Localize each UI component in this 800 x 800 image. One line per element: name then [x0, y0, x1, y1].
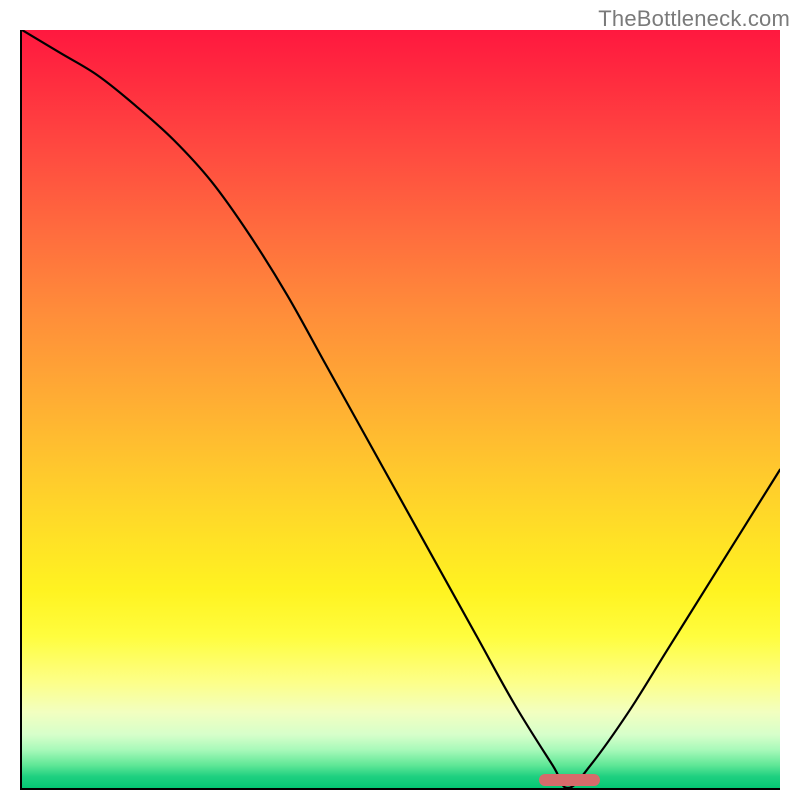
- plot-area: [20, 30, 780, 790]
- bottleneck-curve: [22, 30, 780, 788]
- curve-svg: [22, 30, 780, 788]
- chart-container: TheBottleneck.com: [0, 0, 800, 800]
- attribution-label: TheBottleneck.com: [598, 6, 790, 32]
- minimum-marker: [539, 774, 600, 786]
